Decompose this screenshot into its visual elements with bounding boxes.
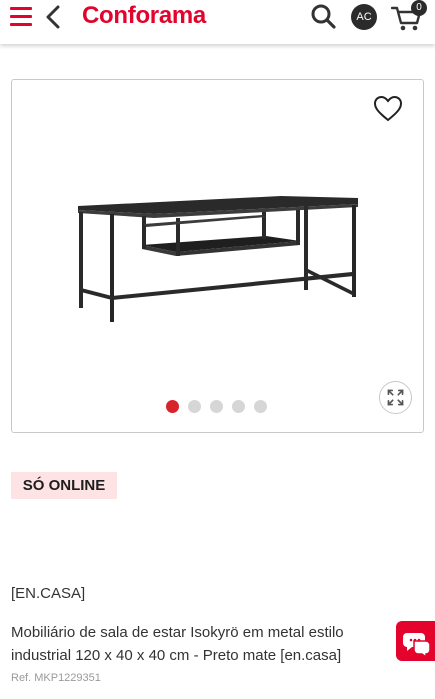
expand-icon [387,389,404,406]
carousel-dot-5[interactable] [254,400,267,413]
product-reference: Ref. MKP1229351 [11,672,101,684]
carousel-dot-1[interactable] [166,400,179,413]
top-bar: Conforama AC 0 [0,0,435,44]
chat-icon [403,633,431,659]
heart-icon[interactable] [373,95,403,123]
back-chevron-icon[interactable] [44,5,64,29]
menu-icon[interactable] [10,7,32,27]
product-title-line-1: Mobiliário de sala de estar Isokyrö em m… [11,624,344,641]
product-brand[interactable]: [EN.CASA] [11,585,85,602]
tv-stand-image [78,196,358,322]
search-icon[interactable] [310,3,336,29]
product-title: Mobiliário de sala de estar Isokyrö em m… [11,621,381,667]
product-title-line-2: industrial 120 x 40 x 40 cm - Preto mate… [11,647,342,664]
carousel-dot-4[interactable] [232,400,245,413]
product-image-gallery[interactable] [11,79,424,433]
cart-count-badge: 0 [411,0,427,16]
carousel-dot-2[interactable] [188,400,201,413]
carousel-dot-3[interactable] [210,400,223,413]
user-avatar[interactable]: AC [351,4,377,30]
online-only-badge: SÓ ONLINE [11,472,117,499]
chat-button[interactable] [396,621,435,661]
expand-image-button[interactable] [379,381,412,414]
conforama-logo[interactable]: Conforama [82,2,206,30]
